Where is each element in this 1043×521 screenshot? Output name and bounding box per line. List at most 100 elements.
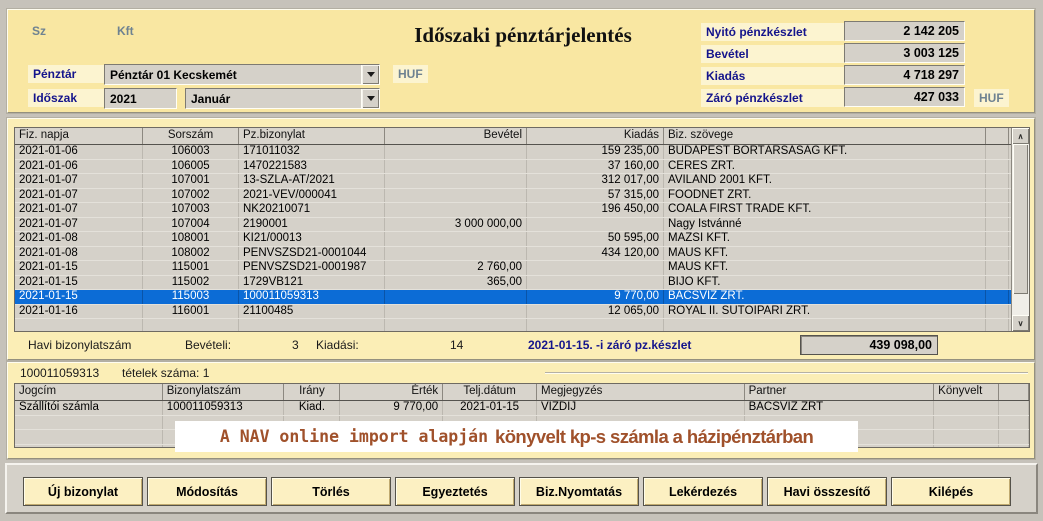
table-row[interactable]: 2021-01-15 115003 100011059313 9 770,00 BÁCS… [15, 290, 1011, 305]
total-label-zaro: Záró pénzkészlet [701, 89, 844, 107]
biz-nyomtatas-button[interactable]: Biz.Nyomtatás [519, 477, 639, 506]
column-header[interactable]: Kiadás [527, 128, 664, 144]
table-cell: 13-SZLA-AT/2021 [239, 174, 385, 188]
column-header[interactable]: Bizonylatszám [163, 384, 285, 400]
kilepes-button[interactable]: Kilépés [891, 477, 1011, 506]
table-cell [385, 159, 527, 173]
table-row[interactable]: 2021-01-08 108002 PENVSZSD21-0001044 434 12… [15, 246, 1011, 261]
table-cell: 12 065,00 [527, 304, 664, 318]
table-cell: 115003 [143, 290, 239, 304]
table-row[interactable] [15, 319, 1011, 331]
table-cell: BÁCSVÍZ ZRT [745, 401, 935, 415]
table-cell [385, 174, 527, 188]
table-cell: PENVSZSD21-0001987 [239, 261, 385, 275]
table-row[interactable]: 2021-01-08 108001 KI21/00013 50 595,00 MAZSI… [15, 232, 1011, 247]
table-row[interactable]: 2021-01-15 115002 1729VB121 365,00 BIJÓ KFT. [15, 275, 1011, 290]
torles-button[interactable]: Törlés [271, 477, 391, 506]
table-cell: 171011032 [239, 145, 385, 159]
table-cell [527, 217, 664, 231]
table-cell: 2021-01-06 [15, 145, 143, 159]
table-cell: Kiad. [284, 401, 341, 415]
column-header[interactable]: Telj.dátum [443, 384, 537, 400]
table-cell: 106003 [143, 145, 239, 159]
transactions-table-content: Fiz. napja Sorszám Pz.bizonylat Bevétel Kiad… [15, 128, 1011, 331]
column-header[interactable]: Fiz. napja [15, 128, 143, 144]
table-cell: 116001 [143, 304, 239, 318]
penztar-select[interactable]: Pénztár 01 Kecskemét [104, 64, 380, 85]
table-cell: 196 450,00 [527, 203, 664, 217]
table-cell: 3 000 000,00 [385, 217, 527, 231]
month-select[interactable]: Január [185, 88, 380, 109]
expense-count-label: Kiadási: [316, 338, 359, 352]
column-header[interactable]: Bevétel [385, 128, 527, 144]
table-row[interactable]: 2021-01-07 107001 13-SZLA-AT/2021 312 017,0… [15, 174, 1011, 189]
currency-label: HUF [393, 65, 428, 83]
table-row[interactable]: Szállítói számla 100011059313 Kiad. 9 770,0… [15, 401, 1029, 416]
vertical-scrollbar[interactable]: ∧ ∨ [1011, 128, 1029, 331]
table-row[interactable]: 2021-01-06 106005 1470221583 37 160,00 CERES… [15, 159, 1011, 174]
table-cell [385, 203, 527, 217]
table-cell: 2021-01-07 [15, 203, 143, 217]
column-header[interactable]: Irány [284, 384, 341, 400]
table-cell [934, 401, 1000, 415]
column-header[interactable]: Partner [745, 384, 935, 400]
table-cell [986, 304, 1009, 318]
dropdown-arrow-icon[interactable] [361, 89, 379, 108]
totals-currency-label: HUF [974, 89, 1009, 107]
table-cell [986, 232, 1009, 246]
table-cell [239, 319, 385, 331]
table-cell [664, 319, 986, 331]
table-cell: 108001 [143, 232, 239, 246]
uj-bizonylat-button[interactable]: Új bizonylat [23, 477, 143, 506]
table-cell [15, 430, 163, 444]
dropdown-arrow-icon[interactable] [361, 65, 379, 84]
havi-osszesito-button[interactable]: Havi összesítő [767, 477, 887, 506]
table-row[interactable]: 2021-01-06 106003 171011032 159 235,00 BUDAP… [15, 145, 1011, 160]
scroll-up-icon[interactable]: ∧ [1012, 128, 1029, 144]
column-header-filler[interactable] [986, 128, 1009, 144]
table-cell: 107003 [143, 203, 239, 217]
table-cell: 2021-01-07 [15, 188, 143, 202]
scrollbar-thumb[interactable] [1013, 144, 1028, 294]
table-cell: 2021-01-15 [15, 275, 143, 289]
table-cell: 2190001 [239, 217, 385, 231]
column-header[interactable]: Könyvelt [934, 384, 1000, 400]
table-cell [934, 444, 1000, 447]
total-label-kiadas: Kiadás [701, 67, 844, 85]
table-row[interactable]: 2021-01-07 107002 2021-VEV/000041 57 315,00… [15, 188, 1011, 203]
table-cell [986, 319, 1009, 331]
table-cell [934, 430, 1000, 444]
table-cell [986, 246, 1009, 260]
column-header-filler[interactable] [999, 384, 1029, 400]
income-count-value: 3 [292, 338, 299, 352]
table-cell [15, 415, 163, 429]
column-header[interactable]: Megjegyzés [537, 384, 745, 400]
table-cell: 2021-01-15 [443, 401, 537, 415]
table-row[interactable]: 2021-01-07 107003 NK20210071 196 450,00 COAL… [15, 203, 1011, 218]
table-cell: BÁCSVÍZ ZRT. [664, 290, 986, 304]
table-cell [385, 304, 527, 318]
table-row[interactable]: 2021-01-07 107004 2190001 3 000 000,00 Nagy … [15, 217, 1011, 232]
column-header[interactable]: Érték [340, 384, 444, 400]
table-cell: 100011059313 [163, 401, 285, 415]
table-row[interactable]: 2021-01-16 116001 21100485 12 065,00 ROYAL I… [15, 304, 1011, 319]
table-cell [986, 188, 1009, 202]
egyeztetes-button[interactable]: Egyeztetés [395, 477, 515, 506]
column-header[interactable]: Pz.bizonylat [239, 128, 385, 144]
table-cell: KI21/00013 [239, 232, 385, 246]
table-row[interactable]: 2021-01-15 115001 PENVSZSD21-0001987 2 760,… [15, 261, 1011, 276]
lekerdezes-button[interactable]: Lekérdezés [643, 477, 763, 506]
table-cell: 312 017,00 [527, 174, 664, 188]
table-cell: CERES ZRT. [664, 159, 986, 173]
year-input[interactable]: 2021 [104, 88, 177, 109]
table-cell [999, 415, 1029, 429]
scroll-down-icon[interactable]: ∨ [1012, 315, 1029, 331]
column-header[interactable]: Jogcím [15, 384, 163, 400]
column-header[interactable]: Sorszám [143, 128, 239, 144]
table-cell: FOODNET ZRT. [664, 188, 986, 202]
column-header[interactable]: Biz. szövege [664, 128, 986, 144]
table-cell [999, 430, 1029, 444]
table-cell: NK20210071 [239, 203, 385, 217]
table-cell: 2021-VEV/000041 [239, 188, 385, 202]
modositas-button[interactable]: Módosítás [147, 477, 267, 506]
